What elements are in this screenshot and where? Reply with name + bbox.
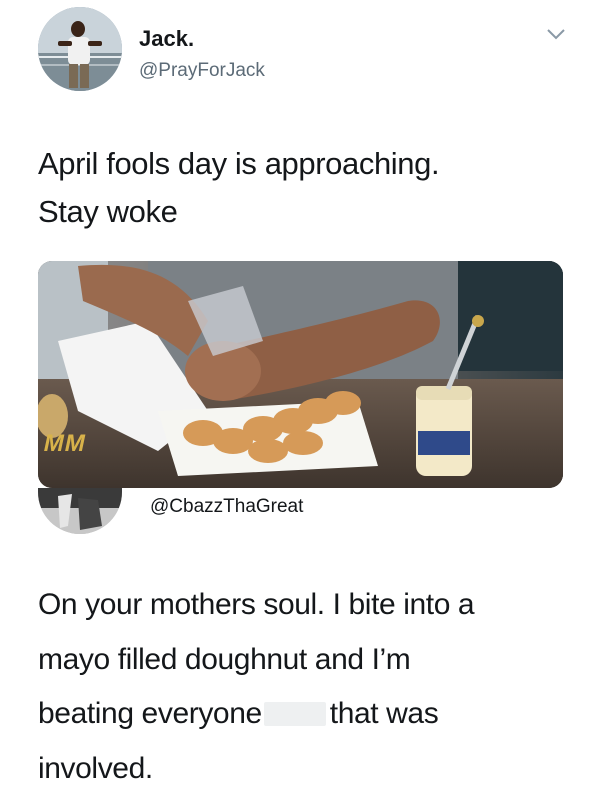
reply-avatar[interactable] [38,488,122,534]
reply-text-segment: beating everyone [38,697,262,730]
reply-text: On your mothers soul. I bite into a mayo… [38,578,583,791]
reply-text-line: On your mothers soul. I bite into a [38,588,475,621]
reply-handle[interactable]: @CbazzThaGreat [150,496,303,518]
reply-header: @CbazzThaGreat [38,488,578,540]
tweet-media-image[interactable]: MM [38,261,563,488]
user-handle[interactable]: @PrayForJack [139,60,265,82]
tweet-header: Jack. @PrayForJack [38,7,578,91]
reply-text-line: involved. [38,751,153,785]
reply-text-line: beating everyone that was [38,687,583,742]
reply-text-line: mayo filled doughnut and I’m [38,642,411,676]
tweet-text-line: April fools day is approaching. [38,146,440,181]
avatar[interactable] [38,7,122,91]
tweet-text-line: Stay woke [38,194,178,229]
display-name[interactable]: Jack. [139,26,194,52]
tweet-text: April fools day is approaching. Stay wok… [38,140,558,236]
redacted-word-box [263,702,326,726]
reply-text-segment: that was [329,697,439,730]
chevron-down-icon[interactable] [546,27,566,41]
media-watermark: MM [41,430,89,457]
